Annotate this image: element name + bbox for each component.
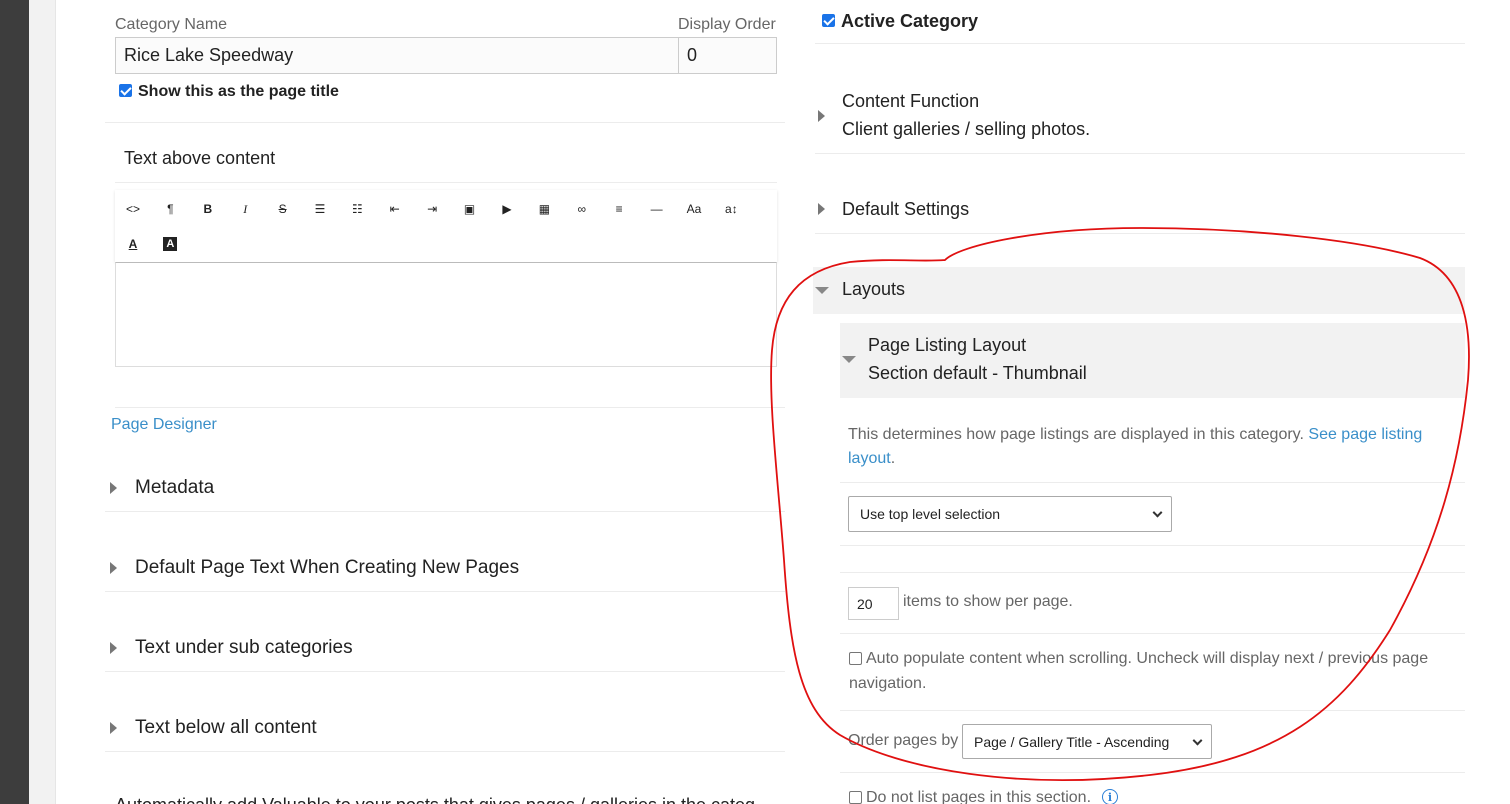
red-annotation-circle [770, 227, 1470, 781]
annotation-stroke [770, 227, 1470, 781]
